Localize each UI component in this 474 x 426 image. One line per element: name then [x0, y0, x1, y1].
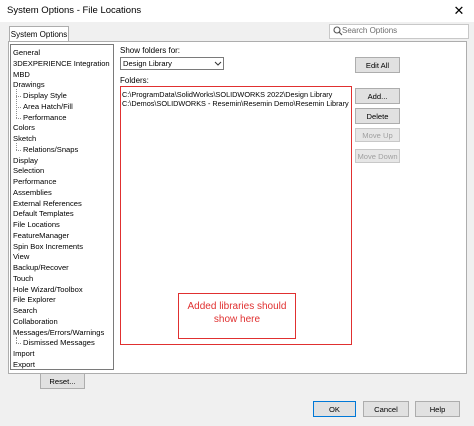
- tree-item[interactable]: FeatureManager: [13, 231, 69, 241]
- tree-item[interactable]: Display Style: [23, 91, 67, 101]
- tree-item[interactable]: Selection: [13, 166, 44, 176]
- tree-connector: [16, 149, 21, 151]
- tree-item[interactable]: 3DEXPERIENCE Integration: [13, 59, 110, 69]
- tree-item[interactable]: Dismissed Messages: [23, 338, 95, 348]
- tree-item[interactable]: Spin Box Increments: [13, 242, 83, 252]
- folder-path-item[interactable]: C:\Demos\SOLIDWORKS - Resemin\Resemin De…: [122, 99, 349, 108]
- tree-item[interactable]: Assemblies: [13, 188, 52, 198]
- tree-item[interactable]: Backup/Recover: [13, 263, 69, 273]
- tree-item[interactable]: View: [13, 252, 29, 262]
- delete-button[interactable]: Delete: [355, 108, 400, 124]
- tree-item[interactable]: Hole Wizard/Toolbox: [13, 285, 83, 295]
- tree-item[interactable]: Touch: [13, 274, 33, 284]
- tree-item[interactable]: Collaboration: [13, 317, 58, 327]
- tree-connector: [16, 96, 21, 97]
- tree-item[interactable]: Search: [13, 306, 37, 316]
- tree-item[interactable]: File Explorer: [13, 295, 56, 305]
- tree-connector: [16, 89, 17, 118]
- tree-connector: [16, 343, 21, 345]
- folder-path-item[interactable]: C:\ProgramData\SolidWorks\SOLIDWORKS 202…: [122, 90, 332, 99]
- tree-item[interactable]: Display: [13, 156, 38, 166]
- tree-item[interactable]: Relations/Snaps: [23, 145, 78, 155]
- annotation-callout: Added libraries should show here: [178, 293, 296, 339]
- tree-connector: [16, 336, 17, 344]
- options-tree[interactable]: General 3DEXPERIENCE Integration MBD Drawin…: [10, 44, 114, 370]
- tree-item[interactable]: File Locations: [13, 220, 60, 230]
- tab-system-options[interactable]: System Options: [9, 26, 69, 42]
- tree-item[interactable]: Drawings: [13, 80, 45, 90]
- tree-item[interactable]: Sketch: [13, 134, 36, 144]
- search-placeholder: Search Options: [342, 26, 398, 35]
- tree-connector: [16, 106, 21, 108]
- help-button[interactable]: Help: [415, 401, 460, 417]
- tree-item[interactable]: Export: [13, 360, 35, 369]
- tree-item[interactable]: Import: [13, 349, 35, 359]
- tree-item[interactable]: MBD: [13, 70, 30, 80]
- tree-item[interactable]: Messages/Errors/Warnings: [13, 328, 104, 338]
- show-folders-label: Show folders for:: [120, 46, 181, 55]
- tree-item[interactable]: Performance: [23, 113, 66, 123]
- move-down-button[interactable]: Move Down: [355, 149, 400, 163]
- tree-item[interactable]: Default Templates: [13, 209, 74, 219]
- chevron-down-icon[interactable]: [213, 58, 223, 69]
- show-folders-select[interactable]: Design Library: [120, 57, 224, 70]
- tree-item[interactable]: Area Hatch/Fill: [23, 102, 73, 112]
- add-button[interactable]: Add...: [355, 88, 400, 104]
- close-icon[interactable]: ✕: [448, 2, 470, 20]
- edit-all-button[interactable]: Edit All: [355, 57, 400, 73]
- tree-connector: [16, 143, 17, 150]
- tree-item[interactable]: General: [13, 48, 40, 58]
- cancel-button[interactable]: Cancel: [363, 401, 409, 417]
- tree-item[interactable]: Colors: [13, 123, 35, 133]
- reset-button[interactable]: Reset...: [40, 373, 85, 389]
- move-up-button[interactable]: Move Up: [355, 128, 400, 142]
- window-title: System Options - File Locations: [7, 5, 142, 16]
- tree-connector: [16, 117, 21, 119]
- ok-button[interactable]: OK: [313, 401, 356, 417]
- tree-item[interactable]: Performance: [13, 177, 56, 187]
- folders-label: Folders:: [120, 76, 149, 85]
- tree-item[interactable]: External References: [13, 199, 82, 209]
